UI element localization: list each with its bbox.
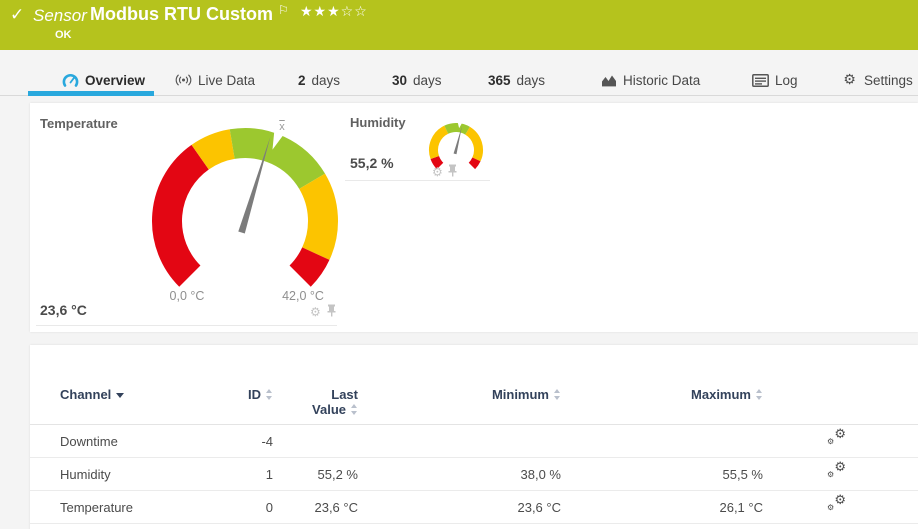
tab-days2[interactable]: 2 days: [298, 69, 340, 91]
tab-days30[interactable]: 30 days: [392, 69, 442, 91]
table-row-temperature: Temperature 0 23,6 °C 23,6 °C 26,1 °C ⚙ ⚙: [30, 491, 918, 524]
channel-cell: Temperature: [60, 499, 133, 515]
tab-days365[interactable]: 365 days: [488, 69, 545, 91]
gauge-min-label: 0,0 °C: [169, 289, 205, 303]
temperature-panel-divider: [36, 325, 337, 326]
tab-settings[interactable]: ⚙ Settings: [841, 69, 913, 91]
tab-label: days: [516, 72, 546, 88]
id-cell: 0: [265, 499, 273, 515]
sort-icon: [756, 389, 763, 400]
actions-cell: ⚙ ⚙: [763, 428, 890, 449]
id-cell: -4: [261, 433, 273, 449]
sort-icon: [266, 389, 273, 400]
tab-number: 30: [392, 72, 408, 88]
column-header-last-value[interactable]: Last Value: [273, 387, 358, 417]
column-header-maximum[interactable]: Maximum: [561, 387, 763, 402]
sort-icon: [554, 389, 561, 400]
sensor-status-banner: ✓ Sensor Modbus RTU Custom ⚐ ★★★☆☆ OK: [0, 0, 918, 50]
status-badge: OK: [55, 29, 72, 41]
table-header-row: Channel ID Last Value Minimum Maximum: [30, 345, 918, 425]
historic-data-icon: [600, 72, 617, 89]
tab-label: days: [413, 72, 442, 88]
table-row-humidity: Humidity 1 55,2 % 38,0 % 55,5 % ⚙ ⚙: [30, 458, 918, 491]
ok-check-icon: ✓: [10, 5, 25, 24]
channel-settings-gears-icon[interactable]: ⚙ ⚙: [827, 494, 846, 512]
gauge-pin-icon[interactable]: [326, 304, 337, 322]
tab-label: days: [311, 72, 341, 88]
active-tab-underline: [28, 91, 154, 96]
column-header-channel[interactable]: Channel: [58, 387, 200, 402]
humidity-value: 55,2 %: [350, 155, 394, 171]
settings-icon: ⚙: [843, 72, 856, 88]
actions-cell: ⚙ ⚙: [763, 461, 890, 482]
tab-label: Log: [775, 72, 798, 88]
channel-settings-gears-icon[interactable]: ⚙ ⚙: [827, 428, 846, 446]
tab-label: Historic Data: [623, 72, 701, 88]
channel-settings-gears-icon[interactable]: ⚙ ⚙: [827, 461, 846, 479]
humidity-panel-divider: [345, 180, 490, 181]
tab-live-data[interactable]: Live Data: [175, 69, 255, 91]
log-icon: [752, 72, 769, 89]
gauge-settings-gear-icon[interactable]: ⚙: [432, 166, 443, 178]
last-value-cell: 23,6 °C: [314, 499, 358, 515]
temperature-gauge: [140, 113, 352, 303]
mean-marker-label: x: [279, 121, 285, 133]
id-cell: 1: [265, 466, 273, 482]
gauge-max-label: 42,0 °C: [282, 289, 324, 303]
gauge-settings-gear-icon[interactable]: ⚙: [310, 306, 321, 318]
priority-stars[interactable]: ★★★☆☆: [300, 4, 368, 20]
actions-cell: ⚙ ⚙: [763, 494, 890, 515]
sort-icon: [351, 404, 358, 415]
table-body: Downtime -4 ⚙ ⚙ Humidity 1 55,2 % 38,0 % 55,5 % ⚙…: [30, 425, 918, 524]
channels-table-panel: Channel ID Last Value Minimum Maximum Dow…: [30, 345, 918, 529]
maximum-cell: 26,1 °C: [719, 499, 763, 515]
temperature-value: 23,6 °C: [40, 302, 87, 318]
minimum-cell: 23,6 °C: [517, 499, 561, 515]
last-value-cell: 55,2 %: [317, 466, 358, 482]
tab-label: Overview: [85, 72, 146, 88]
prtg-sensor-page: ✓ Sensor Modbus RTU Custom ⚐ ★★★☆☆ OK Ov…: [0, 0, 918, 529]
object-type-label: Sensor: [33, 6, 87, 25]
column-header-id[interactable]: ID: [200, 387, 273, 402]
column-header-minimum[interactable]: Minimum: [358, 387, 561, 402]
channel-cell: Downtime: [60, 433, 118, 449]
gauge-title-temperature: Temperature: [40, 116, 118, 131]
maximum-cell: 55,5 %: [722, 466, 763, 482]
priority-flag-icon[interactable]: ⚐: [278, 3, 289, 17]
channel-cell: Humidity: [60, 466, 111, 482]
tab-overview[interactable]: Overview: [62, 69, 145, 91]
tab-historic-data[interactable]: Historic Data: [600, 69, 700, 91]
live-data-icon: [175, 72, 192, 89]
tab-label: Settings: [864, 72, 913, 88]
tab-number: 2: [298, 72, 306, 88]
tab-label: Live Data: [198, 72, 256, 88]
minimum-cell: 38,0 %: [520, 466, 561, 482]
sensor-title: Modbus RTU Custom: [90, 4, 273, 24]
tab-bar: Overview Live Data 2 days 30 days 365 days Histo…: [0, 50, 918, 96]
gauges-panel: Temperature x 0,0 °C 42,0 °C 23,6 °C ⚙ H…: [30, 103, 918, 332]
chevron-down-icon: [116, 393, 125, 398]
table-row-downtime: Downtime -4 ⚙ ⚙: [30, 425, 918, 458]
tab-log[interactable]: Log: [752, 69, 798, 91]
gauge-icon: [62, 72, 79, 89]
gauge-title-humidity: Humidity: [350, 115, 406, 130]
tab-number: 365: [488, 72, 511, 88]
